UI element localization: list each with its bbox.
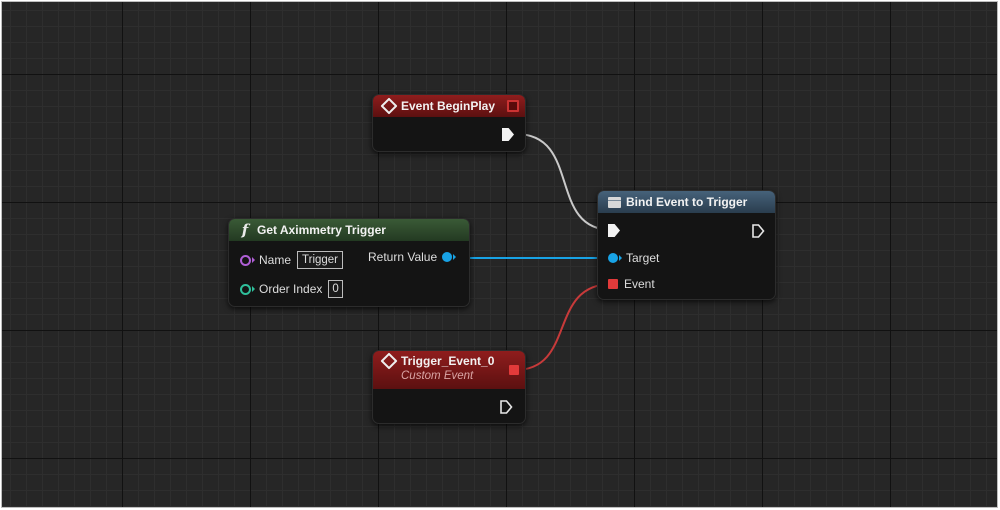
exec-input-pin[interactable] <box>608 224 620 237</box>
pin-label: Target <box>626 251 660 265</box>
node-subtitle: Custom Event <box>401 370 474 382</box>
pin-arrow-icon <box>453 254 457 260</box>
event-input-pin-row: Event <box>608 277 655 291</box>
event-diamond-icon <box>380 97 398 115</box>
event-beginplay-node[interactable]: Event BeginPlay <box>372 94 526 152</box>
trigger-event-0-node[interactable]: Trigger_Event_0 Custom Event <box>372 350 526 424</box>
delegate-output-pin-icon[interactable] <box>509 365 519 375</box>
pin-label: Order Index <box>259 282 323 296</box>
pin-label: Name <box>259 253 292 267</box>
get-aximmetry-trigger-node[interactable]: f Get Aximmetry Trigger Name Trigger Ord… <box>228 218 470 307</box>
object-pin-icon[interactable] <box>608 253 618 263</box>
name-value-field[interactable]: Trigger <box>297 251 344 269</box>
exec-output-pin[interactable] <box>752 224 765 238</box>
node-header[interactable]: f Get Aximmetry Trigger <box>229 219 469 241</box>
exec-output-pin[interactable] <box>502 128 514 141</box>
node-header[interactable]: Event BeginPlay <box>373 95 525 117</box>
return-value-output-pin-row: Return Value <box>368 250 457 264</box>
order-index-value-field[interactable]: 0 <box>328 280 343 298</box>
blueprint-graph-canvas[interactable]: Event BeginPlay f Get Aximmetry Trigger … <box>1 1 998 508</box>
function-f-icon: f <box>241 221 249 239</box>
order-index-input-pin-row: Order Index 0 <box>240 280 343 298</box>
node-title: Get Aximmetry Trigger <box>257 223 386 237</box>
name-pin-icon[interactable] <box>240 254 251 266</box>
bind-event-to-trigger-node[interactable]: Bind Event to Trigger Target Event <box>597 190 776 300</box>
node-title: Bind Event to Trigger <box>626 195 748 209</box>
pin-label: Event <box>624 277 655 291</box>
delegate-pin-icon[interactable] <box>507 100 519 112</box>
delegate-pin-icon[interactable] <box>608 279 618 289</box>
target-input-pin-row: Target <box>608 251 659 265</box>
pin-arrow-icon <box>252 286 255 292</box>
object-pin-icon[interactable] <box>442 252 453 262</box>
event-diamond-icon <box>380 352 398 370</box>
name-input-pin-row: Name Trigger <box>240 251 344 269</box>
int-pin-icon[interactable] <box>240 283 251 295</box>
node-header[interactable]: Trigger_Event_0 Custom Event <box>373 351 525 389</box>
wire-layer <box>455 133 613 371</box>
exec-output-pin[interactable] <box>500 400 513 414</box>
function-icon <box>607 195 621 209</box>
pin-arrow-icon <box>619 255 622 261</box>
node-header[interactable]: Bind Event to Trigger <box>598 191 775 213</box>
node-title: Trigger_Event_0 <box>401 354 495 368</box>
node-title: Event BeginPlay <box>401 99 496 113</box>
pin-label: Return Value <box>368 250 438 264</box>
pin-arrow-icon <box>252 257 255 263</box>
